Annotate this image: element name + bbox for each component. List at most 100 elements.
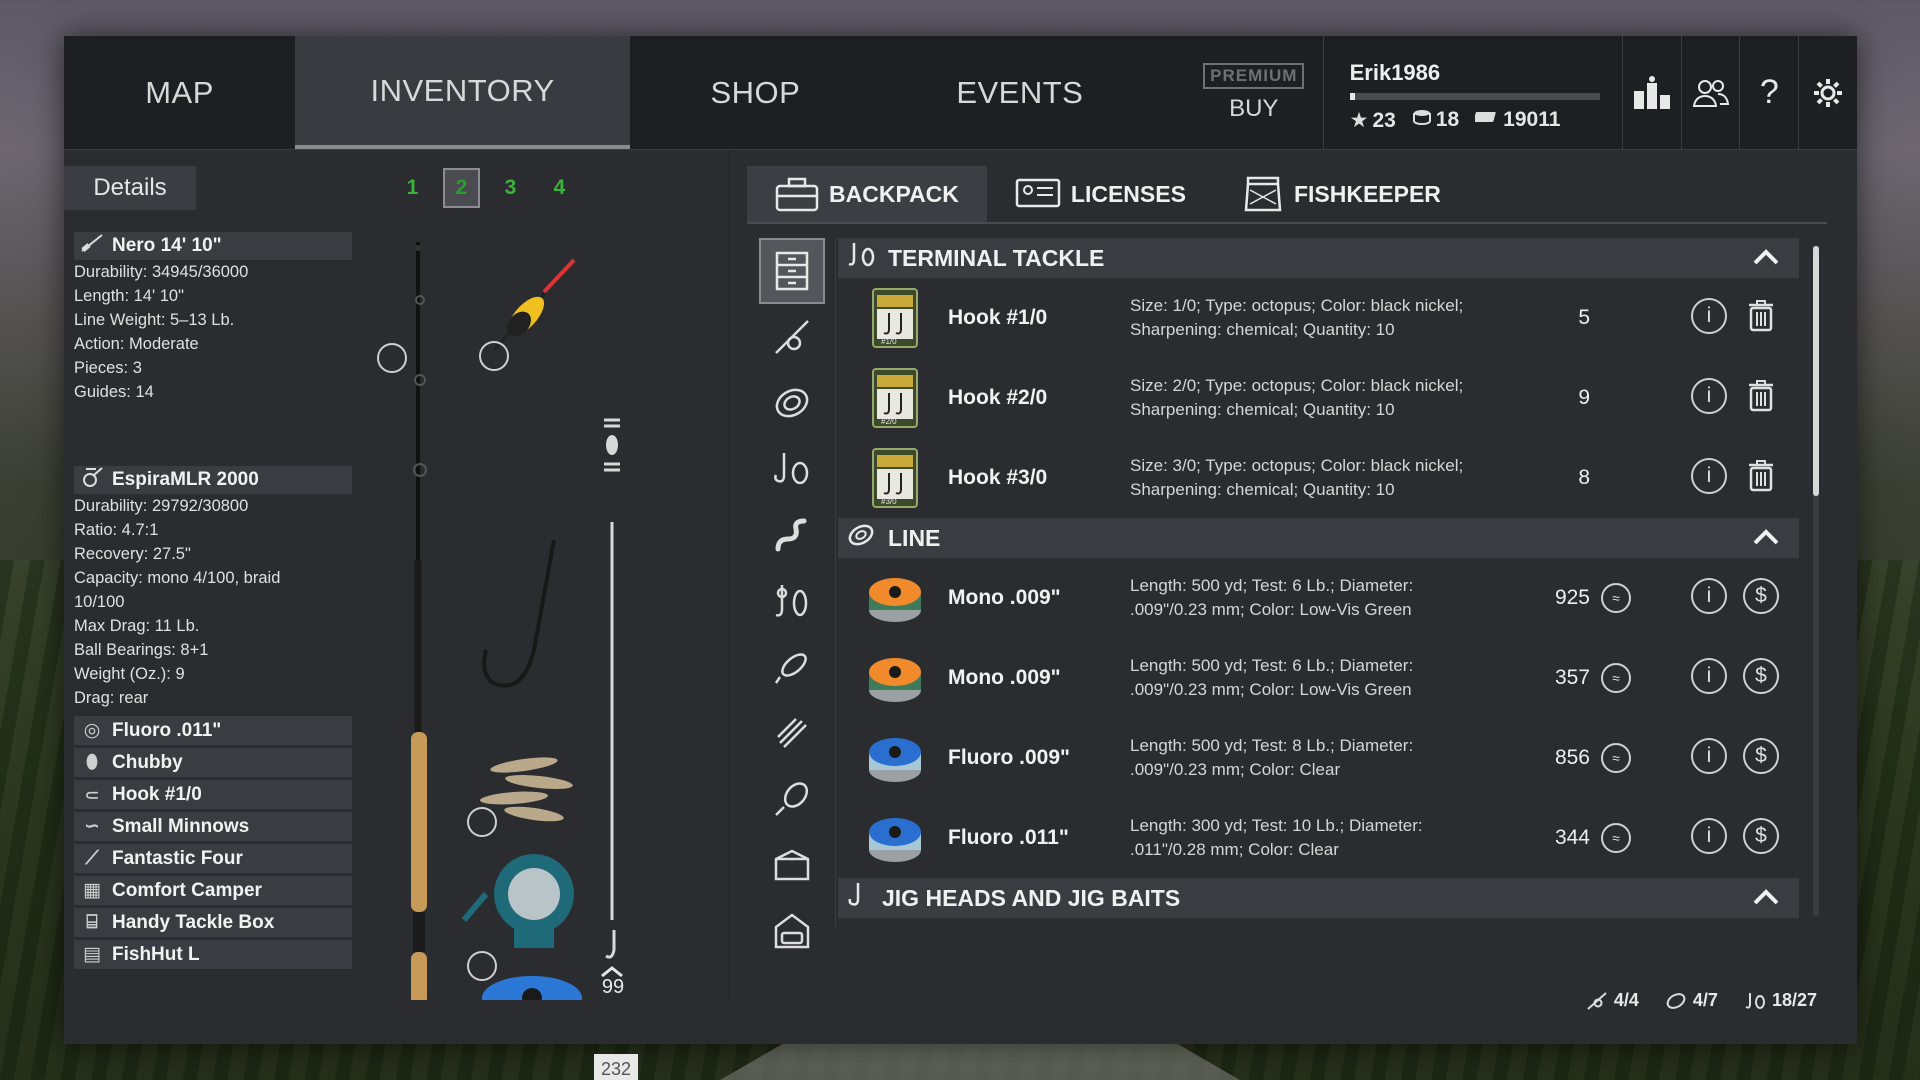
delete-button[interactable] <box>1743 458 1779 494</box>
equip-tackle-box[interactable]: ⌸ Handy Tackle Box <box>74 908 352 937</box>
depth-up-icon[interactable] <box>601 966 623 978</box>
info-button[interactable]: i <box>1691 378 1727 414</box>
hook-icon <box>846 881 870 915</box>
nav-tab-inventory[interactable]: INVENTORY <box>295 36 631 149</box>
nav-tab-events[interactable]: EVENTS <box>881 36 1159 149</box>
spec-line: Length: 14' 10" <box>74 287 184 305</box>
item-quantity: 8 <box>1578 466 1590 489</box>
delete-button[interactable] <box>1743 378 1779 414</box>
sell-button[interactable]: $ <box>1743 818 1779 854</box>
sell-button[interactable]: $ <box>1743 738 1779 774</box>
item-actions: i $ <box>1691 818 1779 854</box>
category-sidebar <box>759 238 825 964</box>
equip-hook[interactable]: ⸦ Hook #1/0 <box>74 780 352 809</box>
item-row[interactable]: #2/0 Hook #2/0 Size: 2/0; Type: octopus; C… <box>838 358 1799 438</box>
item-row[interactable]: Fluoro .009" Length: 500 yd; Test: 8 Lb.;… <box>838 718 1799 798</box>
tab-fishkeeper-label: FISHKEEPER <box>1293 180 1441 207</box>
item-row[interactable]: Fluoro .011" Length: 300 yd; Test: 10 Lb.… <box>838 798 1799 878</box>
equip-float[interactable]: ⬮ Chubby <box>74 748 352 777</box>
rig-page-2[interactable]: 2 <box>443 168 480 208</box>
reel-image[interactable] <box>461 854 574 948</box>
category-baits[interactable] <box>759 502 825 568</box>
category-rods[interactable] <box>759 304 825 370</box>
chevron-up-icon[interactable] <box>1751 245 1781 269</box>
item-description-line: Size: 2/0; Type: octopus; Color: black n… <box>1130 376 1464 395</box>
category-rigs[interactable] <box>759 568 825 634</box>
rig-line-button[interactable]: ≈ <box>1590 583 1642 613</box>
rig-page-1[interactable]: 1 <box>394 168 431 208</box>
hook-image[interactable] <box>482 539 556 688</box>
rig-line-button[interactable]: ≈ <box>1590 663 1642 693</box>
tab-licenses[interactable]: LICENSES <box>987 166 1214 222</box>
help-button[interactable]: ? <box>1739 36 1798 149</box>
item-row[interactable]: Mono .009" Length: 500 yd; Test: 6 Lb.; D… <box>838 638 1799 718</box>
list-scrollbar[interactable] <box>1813 246 1819 916</box>
item-row[interactable]: #3/0 Hook #3/0 Size: 3/0; Type: octopus; C… <box>838 438 1799 518</box>
rig-line-button[interactable]: ≈ <box>1590 823 1642 853</box>
equip-bait[interactable]: ∽ Small Minnows <box>74 812 352 841</box>
equip-line[interactable]: ◎ Fluoro .011" <box>74 716 352 745</box>
friends-button[interactable] <box>1680 36 1740 149</box>
chevron-up-icon[interactable] <box>1751 885 1781 909</box>
line-spool-image[interactable] <box>482 976 582 1000</box>
group-jig-heads[interactable]: JIG HEADS AND JIG BAITS <box>838 878 1799 918</box>
info-button[interactable]: i <box>1691 818 1727 854</box>
item-description-line: Size: 3/0; Type: octopus; Color: black n… <box>1130 456 1464 475</box>
info-button[interactable]: i <box>1691 578 1727 614</box>
info-button[interactable]: i <box>1691 458 1727 494</box>
item-row[interactable]: #1/0 Hook #1/0 Size: 1/0; Type: octopus; C… <box>838 278 1799 358</box>
reel-name: EspiraMLR 2000 <box>112 469 259 490</box>
category-jigs[interactable] <box>759 700 825 766</box>
category-all[interactable] <box>759 238 825 304</box>
trash-icon <box>1749 380 1773 412</box>
equip-backpack[interactable]: ▦ Comfort Camper <box>74 876 352 905</box>
sell-button[interactable]: $ <box>1743 578 1779 614</box>
nav-tab-map[interactable]: MAP <box>64 36 295 149</box>
category-terminal-tackle[interactable] <box>759 436 825 502</box>
float-image[interactable] <box>492 258 576 351</box>
details-tab[interactable]: Details <box>64 166 196 210</box>
rig-page-4[interactable]: 4 <box>541 168 578 208</box>
group-line[interactable]: LINE <box>838 518 1799 558</box>
category-lines[interactable] <box>759 370 825 436</box>
chevron-up-icon[interactable] <box>1751 525 1781 549</box>
category-lures[interactable] <box>759 634 825 700</box>
tab-backpack[interactable]: BACKPACK <box>747 166 987 222</box>
item-description-line: Length: 300 yd; Test: 10 Lb.; Diameter: <box>1130 816 1423 835</box>
line-spool-thumbnail <box>869 818 921 862</box>
info-button[interactable]: i <box>1691 658 1727 694</box>
category-spoons[interactable] <box>759 766 825 832</box>
rig-icon <box>775 585 808 617</box>
rod-image[interactable] <box>411 242 427 1000</box>
equip-tool[interactable]: ⟋ Fantastic Four <box>74 844 352 873</box>
spec-line: Max Drag: 11 Lb. <box>74 617 200 635</box>
premium-buy-button[interactable]: PREMIUM BUY <box>1199 36 1309 149</box>
rod-header[interactable]: Nero 14' 10" <box>74 232 352 260</box>
equip-label: Chubby <box>112 751 183 773</box>
info-icon: i <box>1706 464 1712 487</box>
scroll-thumb[interactable] <box>1813 246 1819 496</box>
rig-page-3[interactable]: 3 <box>492 168 529 208</box>
sell-button[interactable]: $ <box>1743 658 1779 694</box>
info-button[interactable]: i <box>1691 738 1727 774</box>
item-description-line: Length: 500 yd; Test: 8 Lb.; Diameter: <box>1130 736 1414 755</box>
category-gear[interactable] <box>759 832 825 898</box>
item-description: Length: 500 yd; Test: 6 Lb.; Diameter: .0… <box>1130 654 1500 702</box>
item-list[interactable]: TERMINAL TACKLE #1/0 Hook #1/0 Size: 1/0; … <box>835 238 1815 928</box>
reel-header[interactable]: EspiraMLR 2000 <box>74 466 352 494</box>
rig-line-button[interactable]: ≈ <box>1590 743 1642 773</box>
nav-tab-shop[interactable]: SHOP <box>630 36 881 149</box>
info-button[interactable]: i <box>1691 298 1727 334</box>
item-row[interactable]: Mono .009" Length: 500 yd; Test: 6 Lb.; D… <box>838 558 1799 638</box>
equip-fish-hut[interactable]: ▤ FishHut L <box>74 940 352 969</box>
player-profile[interactable]: Erik1986 ★ 23 18 19011 <box>1322 36 1622 149</box>
tab-fishkeeper[interactable]: FISHKEEPER <box>1214 166 1469 222</box>
depth-slider[interactable] <box>604 418 620 959</box>
settings-button[interactable] <box>1798 36 1857 149</box>
leaderboard-button[interactable] <box>1621 36 1681 149</box>
group-terminal-tackle[interactable]: TERMINAL TACKLE <box>838 238 1799 278</box>
group-title: TERMINAL TACKLE <box>888 244 1105 271</box>
category-vehicles[interactable] <box>759 898 825 964</box>
item-quantity: 344 <box>1554 826 1590 849</box>
delete-button[interactable] <box>1743 298 1779 334</box>
